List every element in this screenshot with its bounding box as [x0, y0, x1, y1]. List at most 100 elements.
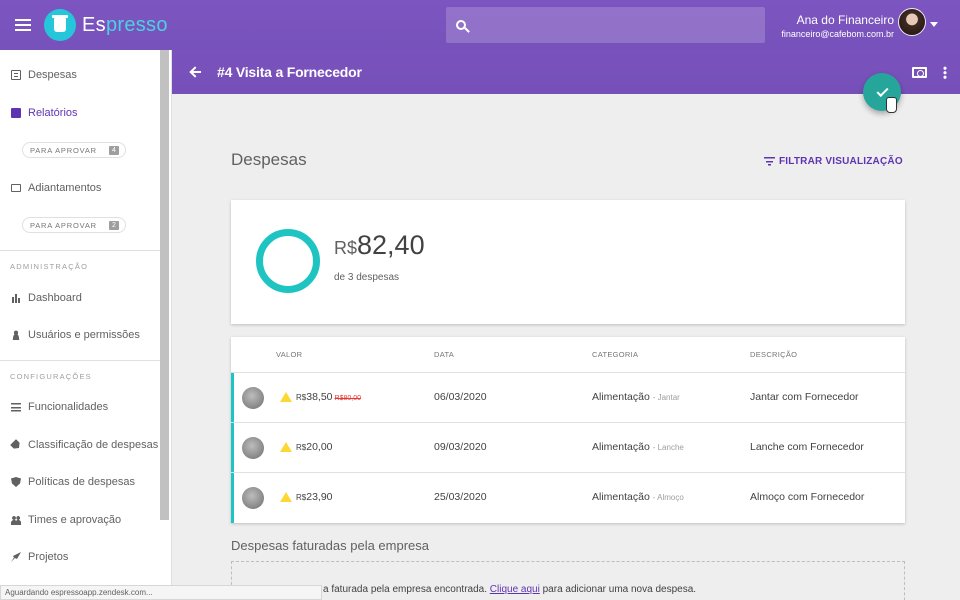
- cell-currency: R$: [296, 393, 307, 402]
- sidebar-item-projetos[interactable]: Projetos: [0, 542, 160, 572]
- total-amount: R$82,40: [334, 230, 425, 261]
- faturadas-empty-message: a faturada pela empresa encontrada. Cliq…: [323, 584, 696, 595]
- expenses-table: VALOR DATA CATEGORIA DESCRIÇÃO R$38,50 R$…: [231, 337, 905, 523]
- receipt-thumbnail[interactable]: [242, 487, 264, 509]
- cell-original-value: R$80,00: [334, 395, 361, 402]
- empty-text-before: a faturada pela empresa encontrada.: [323, 584, 487, 595]
- cell-data: 06/03/2020: [434, 391, 487, 403]
- cell-categoria: Alimentação - Jantar: [592, 391, 680, 403]
- cell-descricao: Almoço com Fornecedor: [750, 491, 865, 503]
- table-row[interactable]: R$38,50 R$80,00 06/03/2020 Alimentação - …: [231, 372, 905, 423]
- empty-text-after: para adicionar uma nova despesa.: [542, 584, 697, 595]
- sidebar-item-label: Adiantamentos: [28, 182, 102, 194]
- back-arrow-icon[interactable]: [190, 65, 204, 79]
- person-icon: [11, 330, 21, 340]
- section-title: Despesas: [231, 150, 307, 169]
- sidebar-item-label: Políticas de despesas: [28, 476, 136, 488]
- section-config-heading: CONFIGURAÇÕES: [10, 372, 92, 381]
- cell-categoria: Alimentação - Lanche: [592, 441, 684, 453]
- sidebar-item-label: Dashboard: [28, 292, 82, 304]
- sidebar-item-usuarios[interactable]: Usuários e permissões: [0, 320, 160, 350]
- search-input[interactable]: [446, 7, 765, 43]
- cash-icon: [11, 184, 21, 192]
- summary-card: R$82,40 de 3 despesas: [231, 200, 905, 324]
- column-header-valor[interactable]: VALOR: [276, 350, 302, 359]
- user-info[interactable]: Ana do Financeiro financeiro@cafebom.com…: [781, 12, 894, 40]
- column-header-data[interactable]: DATA: [434, 350, 454, 359]
- sidebar-item-label: Despesas: [28, 69, 77, 81]
- cell-category: Alimentação: [592, 441, 650, 453]
- divider: [0, 250, 160, 251]
- sidebar-item-despesas[interactable]: Despesas: [0, 60, 160, 90]
- chip-count: 2: [109, 220, 119, 230]
- brand-part-2: presso: [105, 13, 168, 36]
- report-title: #4 Visita a Fornecedor: [217, 64, 362, 80]
- espresso-logo[interactable]: [44, 9, 76, 41]
- receipt-icon: [11, 70, 21, 80]
- sidebar-item-label: Classificação de despesas: [28, 439, 159, 451]
- sidebar-item-adiantamentos[interactable]: Adiantamentos: [0, 173, 160, 203]
- bar-chart-icon: [11, 293, 21, 303]
- receipt-thumbnail[interactable]: [242, 437, 264, 459]
- cell-valor: R$38,50 R$80,00: [296, 391, 361, 403]
- menu-icon[interactable]: [15, 19, 31, 31]
- cell-value: 23,90: [306, 491, 333, 503]
- avatar[interactable]: [898, 8, 926, 36]
- sidebar-item-relatorios[interactable]: Relatórios: [0, 98, 160, 128]
- brand-name: Espresso: [82, 14, 168, 37]
- sidebar-item-label: Funcionalidades: [28, 401, 109, 413]
- filter-view-button[interactable]: FILTRAR VISUALIZAÇÃO: [764, 156, 903, 167]
- chip-count: 4: [109, 145, 119, 155]
- sidebar-scrollbar[interactable]: [160, 50, 169, 520]
- sidebar-item-classificacao[interactable]: Classificação de despesas: [0, 430, 160, 460]
- cell-category: Alimentação: [592, 491, 650, 503]
- sidebar-item-times[interactable]: Times e aprovação: [0, 505, 160, 535]
- cell-subcategory: - Jantar: [652, 393, 680, 402]
- browser-status-bar: Aguardando espressoapp.zendesk.com...: [0, 585, 322, 600]
- total-value: 82,40: [357, 230, 425, 260]
- cell-category: Alimentação: [592, 391, 650, 403]
- check-icon: [875, 84, 889, 97]
- cell-valor: R$20,00: [296, 441, 333, 453]
- report-header-bar: #4 Visita a Fornecedor: [172, 50, 960, 94]
- cell-data: 25/03/2020: [434, 491, 487, 503]
- warning-icon: [280, 442, 292, 452]
- sidebar-item-label: Times e aprovação: [28, 514, 122, 526]
- brand-part-1: Es: [82, 13, 106, 36]
- user-email: financeiro@cafebom.com.br: [781, 29, 894, 39]
- chevron-down-icon[interactable]: [930, 22, 938, 27]
- more-vert-icon[interactable]: [943, 66, 947, 79]
- total-donut-chart: [256, 229, 320, 293]
- cell-currency: R$: [296, 493, 307, 502]
- faturadas-heading: Despesas faturadas pela empresa: [231, 538, 430, 553]
- sidebar-item-label: Usuários e permissões: [28, 329, 140, 341]
- cell-valor: R$23,90: [296, 491, 333, 503]
- sidebar-item-politicas[interactable]: Políticas de despesas: [0, 467, 160, 497]
- column-header-categoria[interactable]: CATEGORIA: [592, 350, 638, 359]
- shield-icon: [11, 477, 21, 487]
- sidebar-item-dashboard[interactable]: Dashboard: [0, 283, 160, 313]
- cell-value: 20,00: [306, 441, 333, 453]
- warning-icon: [280, 492, 292, 502]
- cell-data: 09/03/2020: [434, 441, 487, 453]
- chip-label: PARA APROVAR: [30, 145, 97, 155]
- sidebar-item-funcionalidades[interactable]: Funcionalidades: [0, 392, 160, 422]
- column-header-descricao[interactable]: DESCRIÇÃO: [750, 350, 797, 359]
- cell-currency: R$: [296, 443, 307, 452]
- table-row[interactable]: R$23,90 25/03/2020 Alimentação - Almoço …: [231, 472, 905, 523]
- cell-value: 38,50: [306, 391, 333, 403]
- row-selected-indicator: [231, 473, 234, 523]
- table-row[interactable]: R$20,00 09/03/2020 Alimentação - Lanche …: [231, 422, 905, 473]
- relatorios-to-approve-chip[interactable]: PARA APROVAR 4: [22, 142, 126, 158]
- mouse-pointer-icon: [886, 97, 897, 113]
- divider: [0, 360, 160, 361]
- cash-icon[interactable]: [912, 67, 927, 78]
- total-subtitle: de 3 despesas: [334, 272, 400, 283]
- receipt-thumbnail[interactable]: [242, 387, 264, 409]
- adiantamentos-to-approve-chip[interactable]: PARA APROVAR 2: [22, 217, 126, 233]
- filter-label: FILTRAR VISUALIZAÇÃO: [779, 156, 903, 167]
- cell-descricao: Jantar com Fornecedor: [750, 391, 859, 403]
- add-expense-link[interactable]: Clique aqui: [490, 584, 540, 595]
- row-selected-indicator: [231, 373, 234, 423]
- section-admin-heading: ADMINISTRAÇÃO: [10, 262, 89, 271]
